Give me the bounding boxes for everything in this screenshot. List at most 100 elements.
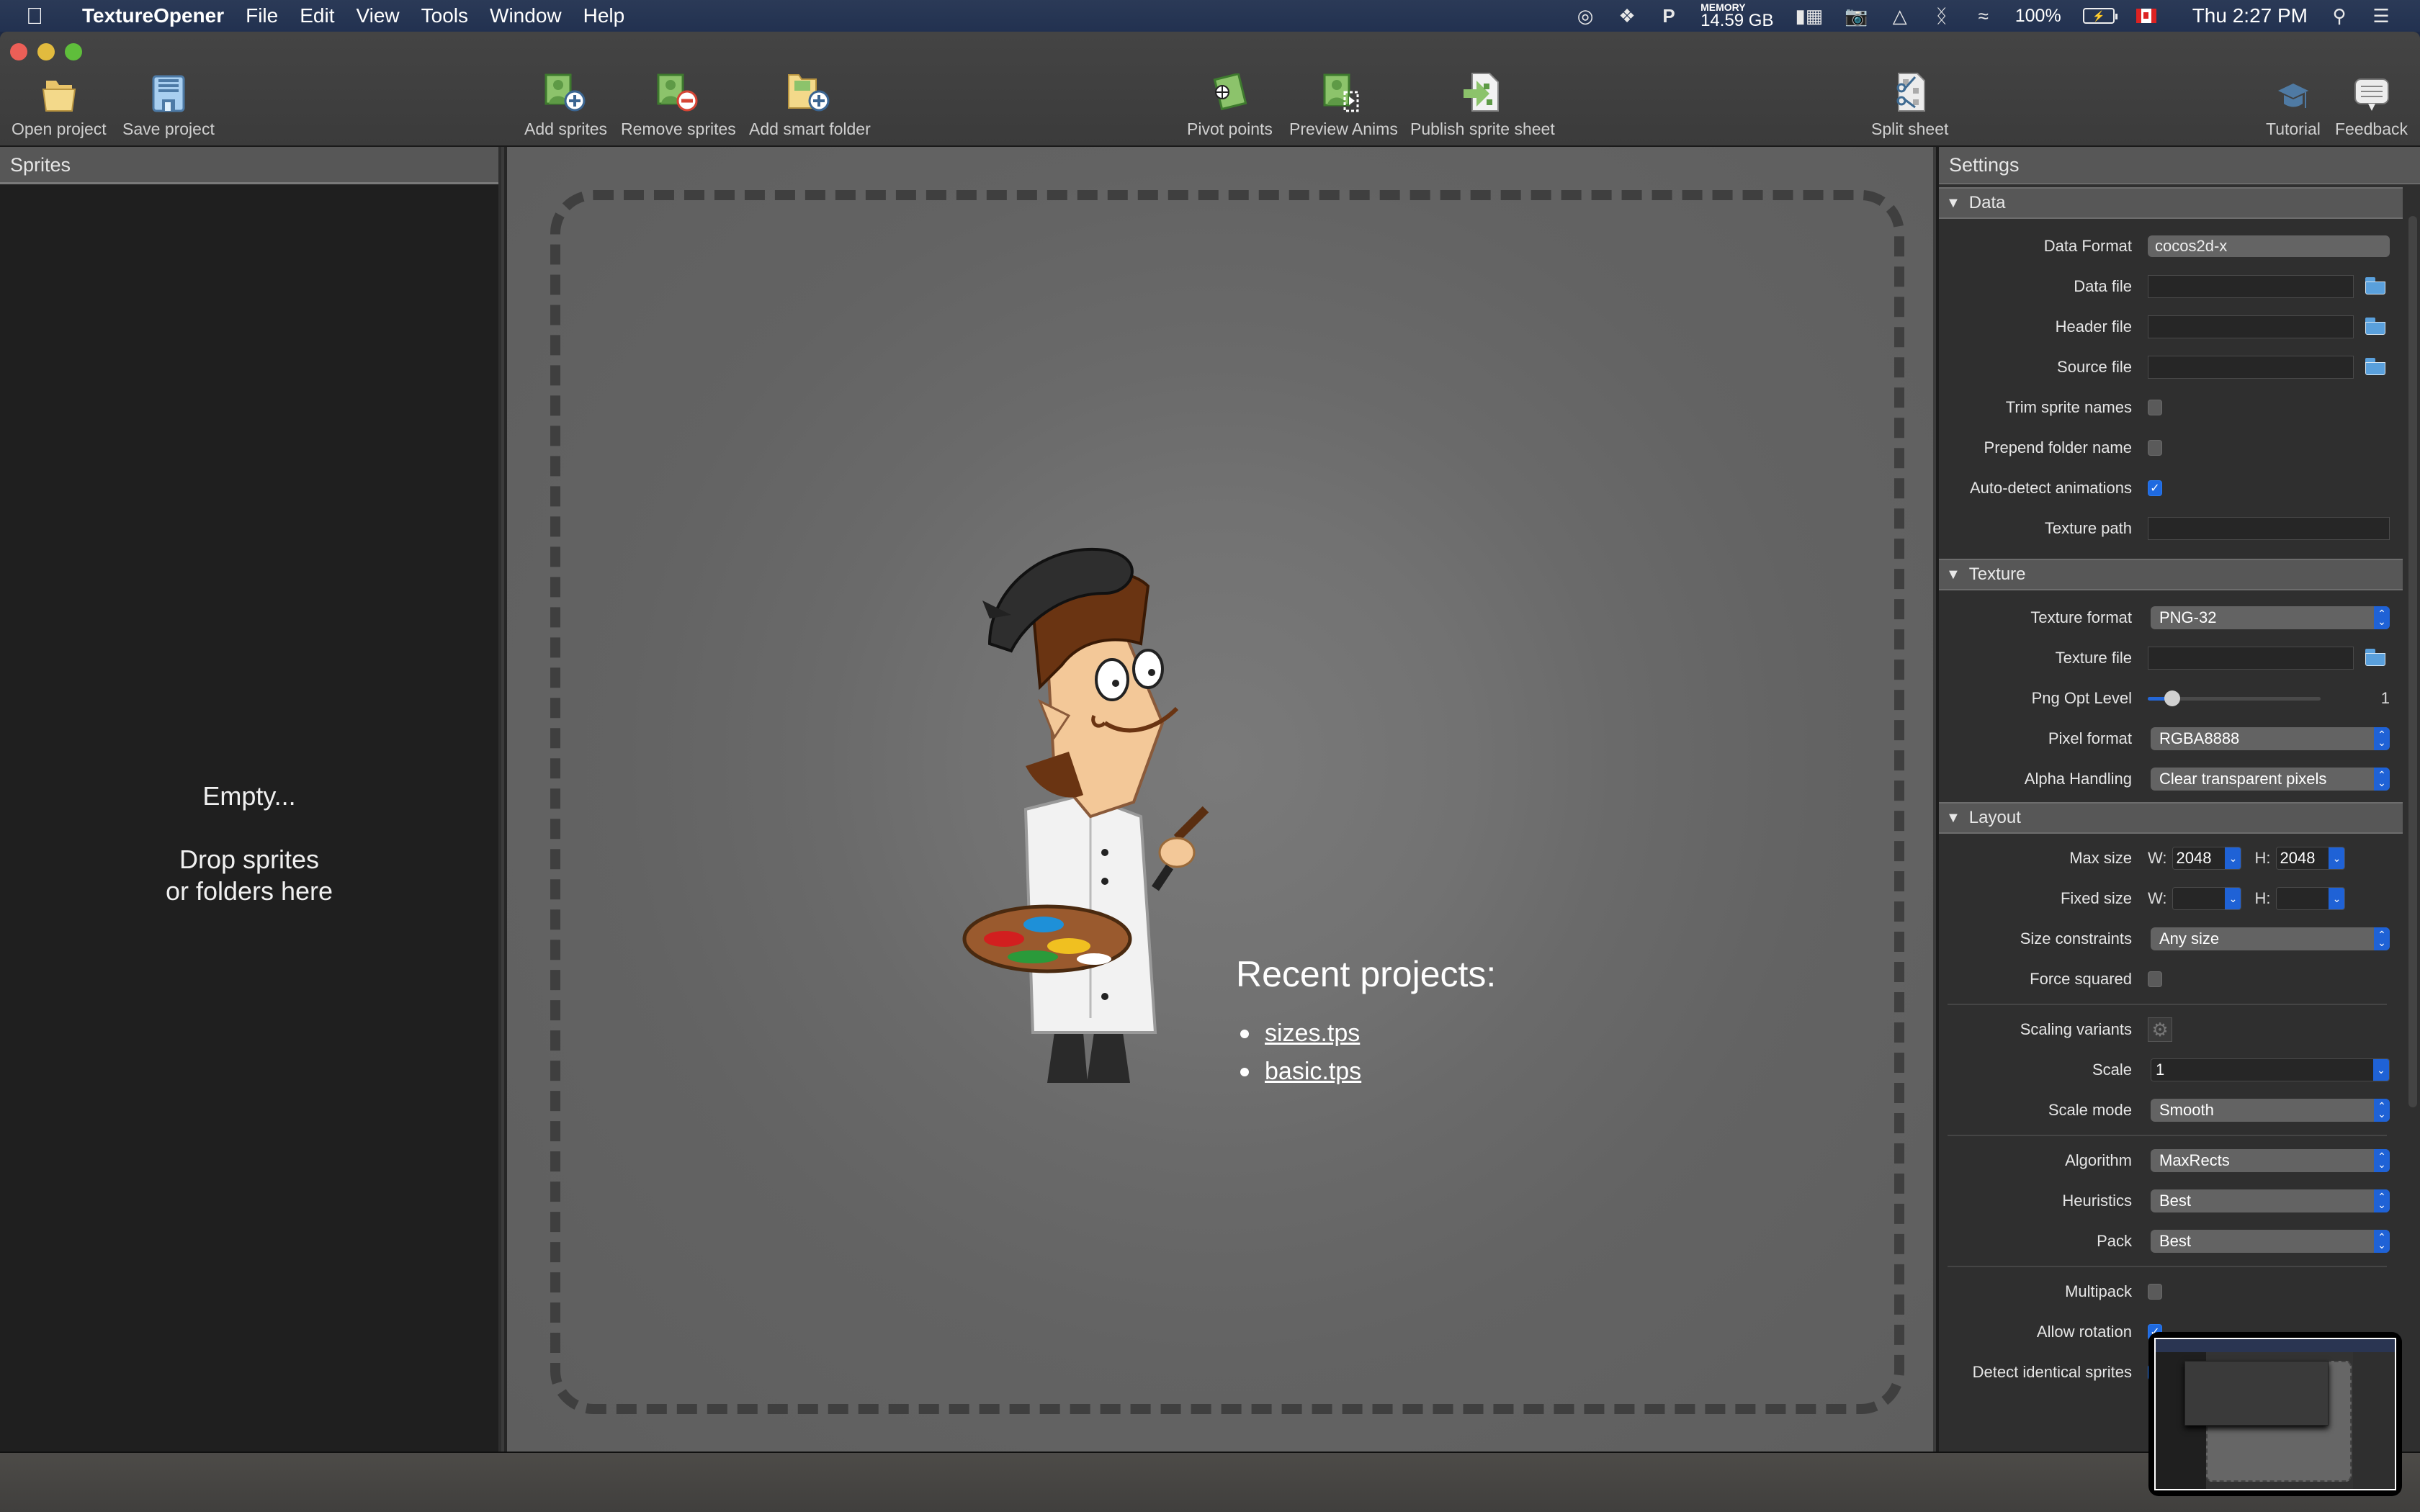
clock[interactable]: Thu 2:27 PM	[2192, 4, 2308, 27]
window-tiling-icon[interactable]: ▮▦	[1795, 4, 1823, 27]
sprite-sheet-canvas[interactable]: Recent projects: sizes.tps basic.tps	[504, 147, 1933, 1452]
battery-icon[interactable]: ⚡	[2082, 8, 2118, 24]
slider-knob[interactable]	[2164, 690, 2180, 706]
spotlight-search-icon[interactable]: ⚲	[2329, 4, 2349, 27]
open-project-button[interactable]: Open project	[12, 68, 107, 139]
toolbar: Open project Save project Add sprites Re…	[0, 32, 2420, 147]
algorithm-select[interactable]: MaxRects ⌃ ⌄	[2151, 1149, 2390, 1172]
recent-project-item: sizes.tps	[1236, 1020, 1496, 1048]
section-layout-header[interactable]: ▼ Layout	[1939, 802, 2403, 834]
p-app-icon[interactable]: P	[1659, 4, 1679, 27]
close-window-button[interactable]	[10, 43, 27, 60]
fixed-height-combo[interactable]: ⌄	[2276, 887, 2346, 910]
trim-sprite-names-checkbox[interactable]	[2148, 400, 2162, 415]
tutorial-button[interactable]: Tutorial	[2266, 68, 2321, 139]
chevron-down-icon[interactable]: ⌄	[2329, 847, 2345, 869]
input-source-flag-icon[interactable]	[2136, 9, 2156, 23]
menu-edit[interactable]: Edit	[300, 4, 334, 27]
screenshot-app-icon[interactable]: 📷	[1845, 4, 1868, 27]
preview-anims-button[interactable]: Preview Anims	[1289, 68, 1398, 139]
app-menu[interactable]: TextureOpener	[82, 4, 224, 27]
wifi-icon[interactable]: ≈	[1973, 4, 1994, 27]
memory-indicator[interactable]: MEMORY 14.59 GB	[1700, 2, 1773, 30]
gear-icon[interactable]: ⚙	[2148, 1017, 2172, 1042]
updown-arrows-icon: ⌃ ⌄	[2374, 1189, 2390, 1212]
setting-label: Source file	[2057, 358, 2132, 376]
settings-scrollbar[interactable]	[2408, 216, 2417, 1107]
png-opt-level-slider[interactable]	[2148, 688, 2321, 709]
section-data-header[interactable]: ▼ Data	[1939, 187, 2403, 219]
combo-value[interactable]: 2048	[2173, 847, 2226, 869]
setting-label: Header file	[2055, 318, 2132, 336]
browse-folder-icon[interactable]	[2364, 276, 2390, 297]
chevron-down-icon[interactable]: ⌄	[2329, 888, 2345, 909]
png-opt-level-value: 1	[2380, 689, 2390, 707]
bluetooth-icon[interactable]: ᛝ	[1932, 4, 1952, 27]
select-value: Clear transparent pixels	[2159, 770, 2327, 788]
publish-sprite-sheet-button[interactable]: Publish sprite sheet	[1410, 68, 1555, 139]
auto-detect-animations-checkbox[interactable]: ✓	[2148, 480, 2162, 496]
add-sprites-button[interactable]: Add sprites	[524, 68, 607, 139]
menu-tools[interactable]: Tools	[421, 4, 468, 27]
menu-view[interactable]: View	[356, 4, 399, 27]
scale-mode-select[interactable]: Smooth ⌃ ⌄	[2151, 1099, 2390, 1122]
creative-cloud-icon[interactable]: ◎	[1575, 4, 1595, 27]
prepend-folder-name-checkbox[interactable]	[2148, 440, 2162, 456]
chevron-down-icon[interactable]: ⌄	[2225, 847, 2241, 869]
screenshot-thumbnail-preview[interactable]	[2148, 1332, 2402, 1496]
texture-path-input[interactable]	[2148, 517, 2390, 540]
heuristics-select[interactable]: Best ⌃ ⌄	[2151, 1189, 2390, 1212]
size-constraints-select[interactable]: Any size ⌃ ⌄	[2151, 927, 2390, 950]
select-value: Smooth	[2159, 1101, 2214, 1119]
multipack-checkbox[interactable]	[2148, 1284, 2162, 1300]
updown-arrows-icon: ⌃ ⌄	[2374, 606, 2390, 629]
pixel-format-select[interactable]: RGBA8888 ⌃ ⌄	[2151, 727, 2390, 750]
width-label: W:	[2148, 889, 2167, 907]
setting-trim-sprite-names: Trim sprite names	[1939, 387, 2403, 428]
recent-project-link[interactable]: basic.tps	[1265, 1058, 1361, 1086]
notification-center-icon[interactable]: ☰	[2371, 4, 2391, 27]
pack-select[interactable]: Best ⌃ ⌄	[2151, 1230, 2390, 1253]
setting-png-opt-level: Png Opt Level 1	[1939, 678, 2403, 719]
minimize-window-button[interactable]	[37, 43, 55, 60]
browse-folder-icon[interactable]	[2364, 316, 2390, 338]
recent-project-link[interactable]: sizes.tps	[1265, 1020, 1360, 1048]
pivot-points-button[interactable]: Pivot points	[1187, 68, 1273, 139]
texture-format-select[interactable]: PNG-32 ⌃ ⌄	[2151, 606, 2390, 629]
chevron-down-icon[interactable]: ⌄	[2225, 888, 2241, 909]
max-height-combo[interactable]: 2048 ⌄	[2276, 847, 2346, 870]
data-format-button[interactable]: cocos2d-x	[2148, 235, 2390, 257]
max-width-combo[interactable]: 2048 ⌄	[2172, 847, 2242, 870]
feedback-button[interactable]: Feedback	[2335, 68, 2408, 139]
alpha-handling-select[interactable]: Clear transparent pixels ⌃ ⌄	[2151, 768, 2390, 791]
texture-file-input[interactable]	[2148, 647, 2354, 670]
section-texture-header[interactable]: ▼ Texture	[1939, 559, 2403, 590]
menu-file[interactable]: File	[246, 4, 278, 27]
browse-folder-icon[interactable]	[2364, 356, 2390, 378]
combo-value[interactable]	[2173, 888, 2226, 909]
fixed-width-combo[interactable]: ⌄	[2172, 887, 2242, 910]
save-project-button[interactable]: Save project	[122, 68, 215, 139]
combo-value[interactable]	[2277, 888, 2329, 909]
source-file-input[interactable]	[2148, 356, 2354, 379]
combo-value[interactable]: 1	[2151, 1059, 2373, 1081]
dropbox-icon[interactable]: ❖	[1617, 4, 1637, 27]
zoom-window-button[interactable]	[65, 43, 82, 60]
remove-sprites-button[interactable]: Remove sprites	[621, 68, 736, 139]
setting-label: Heuristics	[2062, 1192, 2132, 1210]
combo-value[interactable]: 2048	[2277, 847, 2329, 869]
setting-label: Force squared	[2030, 970, 2132, 988]
menu-window[interactable]: Window	[490, 4, 562, 27]
airplay-icon[interactable]: △	[1890, 4, 1910, 27]
add-smart-folder-button[interactable]: Add smart folder	[749, 68, 871, 139]
split-sheet-button[interactable]: Split sheet	[1871, 68, 1948, 139]
menu-help[interactable]: Help	[583, 4, 625, 27]
sprites-panel[interactable]: Sprites Empty... Drop sprites or folders…	[0, 147, 501, 1452]
header-file-input[interactable]	[2148, 315, 2354, 338]
apple-menu-icon[interactable]: 	[26, 3, 66, 30]
data-file-input[interactable]	[2148, 275, 2354, 298]
force-squared-checkbox[interactable]	[2148, 971, 2162, 987]
chevron-down-icon[interactable]: ⌄	[2373, 1059, 2389, 1081]
scale-combo[interactable]: 1 ⌄	[2151, 1058, 2390, 1081]
browse-folder-icon[interactable]	[2364, 647, 2390, 669]
